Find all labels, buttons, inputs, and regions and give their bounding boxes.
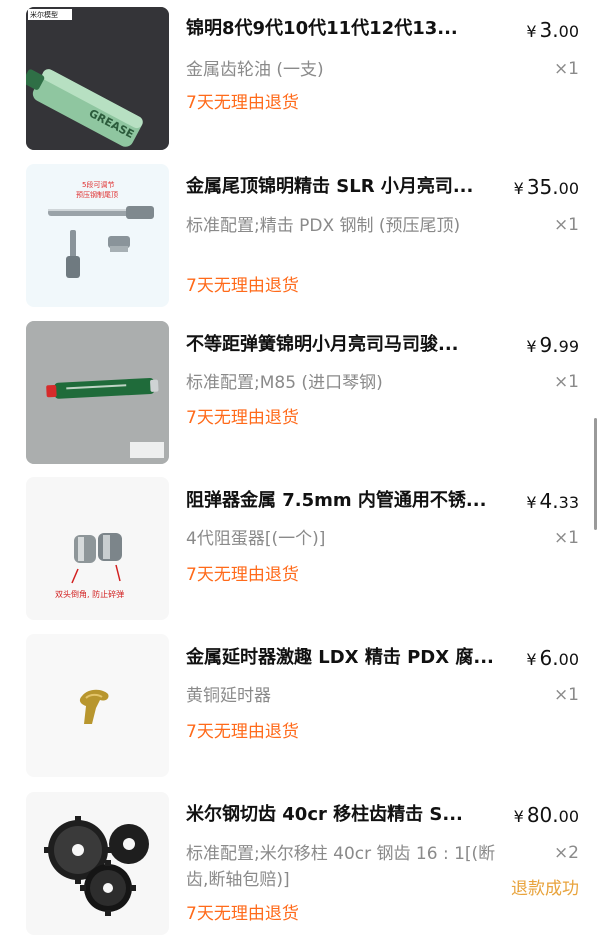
product-title[interactable]: 锦明8代9代10代11代12代13... (186, 17, 508, 41)
return-policy-tag: 7天无理由退货 (186, 904, 299, 924)
price-decimal: 00 (558, 650, 579, 669)
bullet-stopper-image: 双头倒角, 防止碎弹 (26, 477, 169, 620)
price-decimal: 99 (558, 337, 579, 356)
return-policy-tag: 7天无理由退货 (186, 408, 299, 428)
product-price: ¥35.00 (514, 175, 579, 201)
currency-symbol: ¥ (526, 493, 537, 512)
currency-symbol: ¥ (526, 650, 537, 669)
grease-tube-image: 米尔模型 GREASE (26, 7, 169, 150)
product-thumbnail[interactable]: 双头倒角, 防止碎弹 (26, 477, 169, 620)
gears-image (26, 792, 169, 935)
product-price: ¥4.33 (526, 489, 579, 515)
scrollbar[interactable] (594, 418, 597, 530)
product-title[interactable]: 金属延时器激趣 LDX 精击 PDX 腐... (186, 646, 508, 670)
product-thumbnail[interactable] (26, 792, 169, 935)
product-quantity: ×1 (553, 215, 579, 235)
price-decimal: 00 (558, 807, 579, 826)
currency-symbol: ¥ (526, 22, 537, 41)
currency-symbol: ¥ (513, 179, 524, 198)
return-policy-tag: 7天无理由退货 (186, 565, 299, 585)
price-int: 9. (539, 333, 559, 357)
return-policy-tag: 7天无理由退货 (186, 276, 299, 296)
product-title[interactable]: 金属尾顶锦明精击 SLR 小月亮司... (186, 175, 508, 199)
product-quantity: ×1 (553, 528, 579, 548)
price-decimal: 33 (558, 493, 579, 512)
product-thumbnail[interactable]: 5段可调节 预压钢制尾顶 (26, 164, 169, 307)
product-title[interactable]: 米尔钢切齿 40cr 移柱齿精击 S... (186, 803, 508, 827)
product-spec: 标准配置;米尔移柱 40cr 钢齿 16 : 1[(断齿,断轴包赔)] (186, 844, 496, 890)
image-caption: 预压钢制尾顶 (76, 190, 118, 199)
product-spec: 黄铜延时器 (186, 686, 271, 706)
price-int: 6. (539, 646, 559, 670)
product-spec: 4代阻蛋器[(一个)] (186, 529, 326, 549)
product-quantity: ×1 (553, 372, 579, 392)
product-spec: 标准配置;精击 PDX 钢制 (预压尾顶) (186, 216, 461, 236)
product-thumbnail[interactable] (26, 634, 169, 777)
product-spec: 金属齿轮油 (一支) (186, 60, 324, 80)
product-title[interactable]: 阻弹器金属 7.5mm 内管通用不锈... (186, 489, 508, 513)
price-decimal: 00 (558, 179, 579, 198)
brass-delayer-image (26, 634, 169, 777)
image-caption: 5段可调节 (82, 180, 114, 189)
price-int: 3. (539, 18, 559, 42)
price-decimal: 00 (558, 22, 579, 41)
price-int: 80. (526, 803, 559, 827)
tail-pin-image: 5段可调节 预压钢制尾顶 (26, 164, 169, 307)
return-policy-tag: 7天无理由退货 (186, 722, 299, 742)
currency-symbol: ¥ (526, 337, 537, 356)
image-caption: 双头倒角, 防止碎弹 (55, 589, 124, 599)
product-price: ¥6.00 (526, 646, 579, 672)
product-price: ¥80.00 (514, 803, 579, 829)
spring-tube-image (26, 321, 169, 464)
product-thumbnail[interactable]: 米尔模型 GREASE (26, 7, 169, 150)
currency-symbol: ¥ (513, 807, 524, 826)
product-quantity: ×2 (553, 843, 579, 863)
price-int: 4. (539, 489, 559, 513)
price-int: 35. (526, 175, 559, 199)
product-quantity: ×1 (553, 59, 579, 79)
product-quantity: ×1 (553, 685, 579, 705)
product-spec: 标准配置;M85 (进口琴钢) (186, 373, 383, 393)
product-price: ¥9.99 (526, 333, 579, 359)
product-title[interactable]: 不等距弹簧锦明小月亮司马司骏... (186, 333, 508, 357)
refund-status[interactable]: 退款成功 (511, 877, 579, 901)
product-thumbnail[interactable] (26, 321, 169, 464)
return-policy-tag: 7天无理由退货 (186, 93, 299, 113)
product-price: ¥3.00 (526, 18, 579, 44)
watermark-text: 米尔模型 (30, 10, 58, 19)
